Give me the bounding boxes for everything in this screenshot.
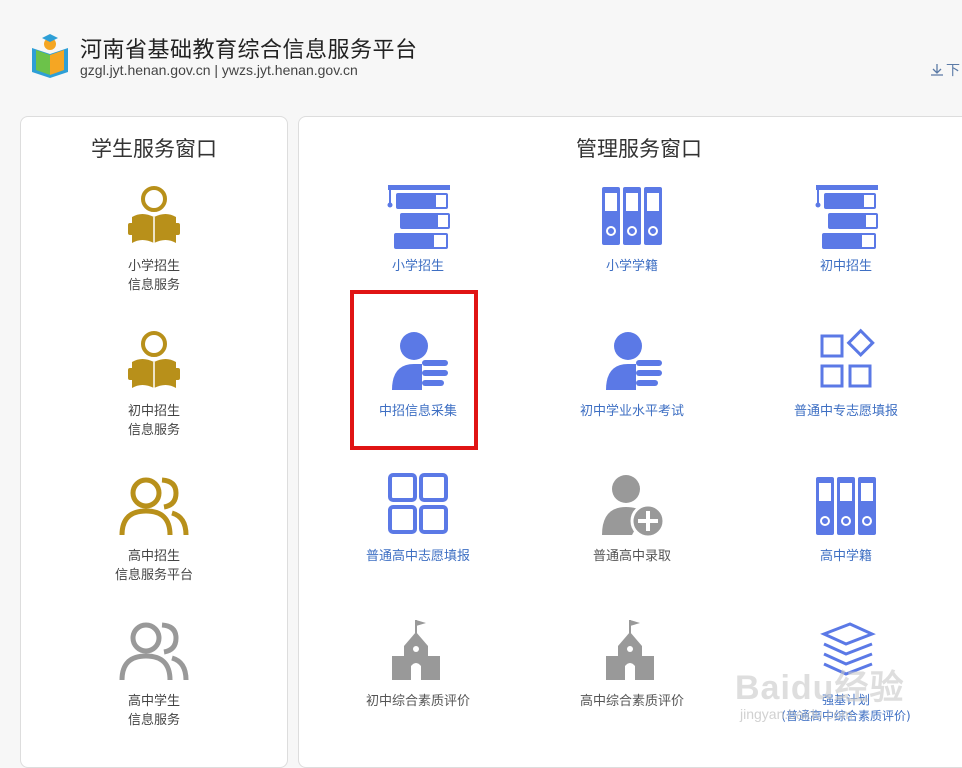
student-tile-senior-enrollment[interactable]: 高中招生 信息服务平台 [74, 471, 234, 585]
highlight-box [350, 290, 478, 450]
tile-label: 普通高中志愿填报 [365, 549, 470, 564]
users-outline-icon [119, 477, 189, 536]
admin-tile-senior-application[interactable]: 普通高中志愿填报 [338, 471, 498, 566]
user-add-icon [602, 475, 666, 539]
student-tile-junior-enrollment[interactable]: 初中招生 信息服务 [74, 326, 234, 440]
admin-tile-primary-enrollment[interactable]: 小学招生 [338, 181, 498, 276]
tile-label: 普通高中录取 [592, 549, 671, 564]
baidu-watermark-url: jingyan.baidu.com [740, 706, 853, 722]
tile-label: 普通中专志愿填报 [793, 404, 898, 419]
download-label: 下 [946, 63, 960, 79]
tile-label: 高中学生 信息服务 [127, 694, 180, 728]
tile-label: 高中学籍 [819, 549, 872, 564]
tile-label: 初中综合素质评价 [365, 694, 470, 709]
reading-student-icon [128, 331, 180, 388]
reading-student-icon [128, 186, 180, 243]
tile-label: 小学学籍 [605, 259, 658, 274]
student-tile-primary-enrollment[interactable]: 小学招生 信息服务 [74, 181, 234, 295]
admin-tile-senior-registry[interactable]: 高中学籍 [766, 471, 926, 566]
student-panel-title: 学生服务窗口 [91, 137, 217, 161]
admin-tile-senior-admission[interactable]: 普通高中录取 [552, 471, 712, 566]
school-building-icon [606, 620, 654, 680]
admin-tile-junior-quality-evaluation[interactable]: 初中综合素质评价 [338, 616, 498, 711]
users-outline-icon [119, 622, 189, 681]
school-building-icon [392, 620, 440, 680]
download-icon [931, 64, 943, 76]
admin-tile-primary-registry[interactable]: 小学学籍 [552, 181, 712, 276]
apps-shapes-icon [820, 328, 875, 388]
admin-tile-junior-academic-exam[interactable]: 初中学业水平考试 [552, 326, 712, 421]
tile-label: 小学招生 信息服务 [127, 259, 180, 293]
platform-logo-icon [32, 34, 68, 78]
tile-label: 高中招生 信息服务平台 [114, 549, 193, 583]
tile-label: 高中综合素质评价 [579, 694, 684, 709]
student-tile-senior-student-info[interactable]: 高中学生 信息服务 [74, 616, 234, 730]
admin-panel-title: 管理服务窗口 [576, 137, 702, 161]
baidu-watermark: Baidu经验 [735, 669, 905, 707]
tile-label: 小学招生 [391, 259, 444, 274]
site-title: 河南省基础教育综合信息服务平台 [80, 38, 418, 63]
admin-tile-junior-enrollment[interactable]: 初中招生 [766, 181, 926, 276]
admin-tile-vocational-application[interactable]: 普通中专志愿填报 [766, 326, 926, 421]
binders-icon [602, 187, 662, 245]
user-list-icon [606, 332, 662, 390]
grid-squares-icon [388, 473, 448, 534]
books-grad-cap-icon [387, 185, 450, 249]
tile-label: 初中招生 [819, 259, 872, 274]
tile-label: 初中学业水平考试 [579, 404, 684, 419]
books-grad-cap-icon [815, 185, 878, 249]
download-link[interactable]: 下 [930, 60, 960, 80]
header: 河南省基础教育综合信息服务平台 gzgl.jyt.henan.gov.cn | … [0, 0, 962, 110]
student-service-panel: 学生服务窗口 小学招生 信息服务 初中招生 信息服务 高中招生 信息服务平台 高… [20, 116, 288, 768]
site-domains: gzgl.jyt.henan.gov.cn | ywzs.jyt.henan.g… [80, 62, 358, 78]
admin-tile-senior-quality-evaluation[interactable]: 高中综合素质评价 [552, 616, 712, 711]
binders-icon [816, 477, 876, 535]
tile-label: 初中招生 信息服务 [127, 404, 180, 438]
